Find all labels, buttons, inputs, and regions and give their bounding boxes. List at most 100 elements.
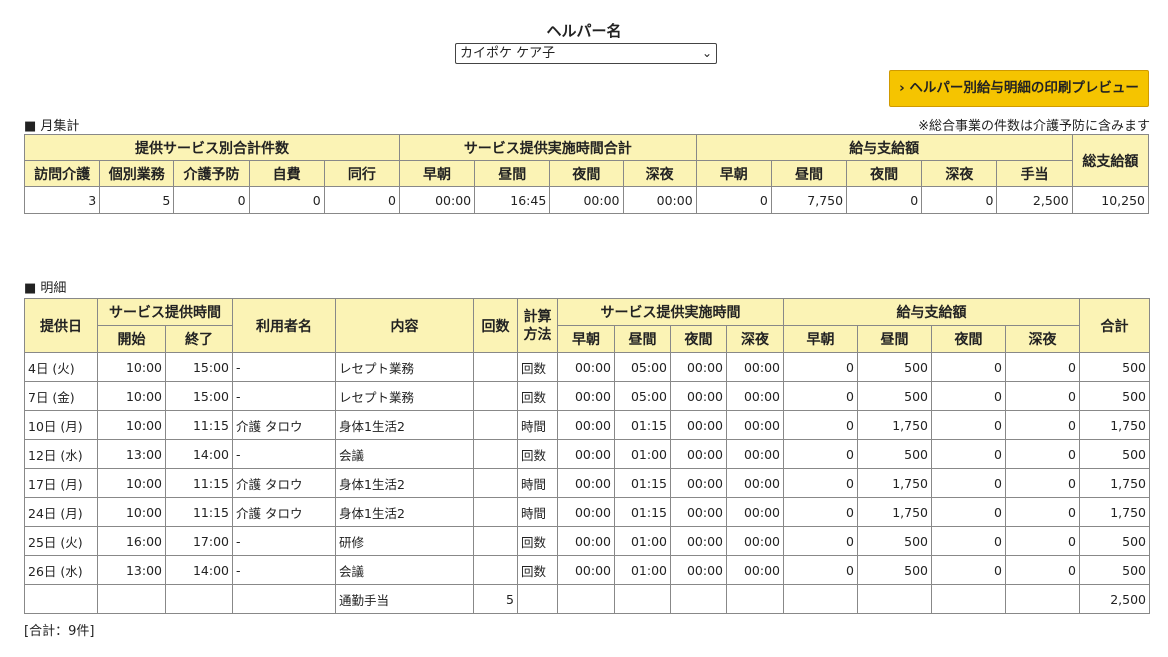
table-cell: 00:00 [726,439,784,469]
summary-cell: 0 [695,186,772,214]
table-cell: 11:15 [165,410,233,440]
table-cell: 身体1生活2 [335,410,474,440]
table-cell [857,584,932,614]
service-count-header: 提供サービス別合計件数 [24,134,400,161]
table-cell: 10:00 [97,352,166,382]
summary-subheader: 夜間 [846,160,923,187]
summary-cell: 10,250 [1071,186,1150,214]
table-cell: - [232,352,336,382]
table-cell: 0 [783,526,858,556]
table-cell: 12日 (水) [24,439,98,469]
table-cell: 7日 (金) [24,381,98,411]
table-cell: 回数 [517,352,558,382]
table-cell: 10:00 [97,497,166,527]
service-time-header: サービス提供実施時間合計 [398,134,697,161]
table-cell [473,526,518,556]
table-cell: 0 [783,468,858,498]
calc-method-header: 計算方法 [517,298,558,353]
table-cell: 01:00 [614,555,671,585]
salary-night-header: 深夜 [1005,325,1080,353]
summary-subheader: 昼間 [474,160,551,187]
table-cell: 身体1生活2 [335,468,474,498]
monthly-summary-label: ■ 月集計 [24,119,80,134]
table-row: 通勤手当 5 2,500 [24,584,1150,614]
table-cell: 研修 [335,526,474,556]
table-cell: 00:00 [670,410,727,440]
summary-cell: 3 [23,186,101,214]
table-cell [670,584,727,614]
table-cell: - [232,439,336,469]
table-cell [473,352,518,382]
table-cell: 01:15 [614,497,671,527]
table-cell [473,497,518,527]
table-cell [931,584,1006,614]
table-cell: レセプト業務 [335,352,474,382]
table-cell: 回数 [517,381,558,411]
table-cell: 5 [473,584,518,614]
table-cell: 1,750 [1079,410,1150,440]
helper-select[interactable]: カイポケ ケア子 ⌄ [455,43,717,64]
table-cell: 10:00 [97,381,166,411]
content-header: 内容 [335,298,474,353]
print-preview-button[interactable]: › ヘルパー別給与明細の印刷プレビュー [889,70,1149,107]
table-cell: 01:15 [614,410,671,440]
summary-subheader: 早朝 [695,160,772,187]
table-cell: 0 [931,352,1006,382]
table-cell: 1,750 [857,410,932,440]
table-cell: 0 [1005,555,1080,585]
detail-label: ■ 明細 [24,281,67,296]
table-cell: 00:00 [726,352,784,382]
table-cell: - [232,381,336,411]
table-cell: 500 [1079,526,1150,556]
summary-subheader: 自費 [248,160,325,187]
table-cell [557,584,615,614]
table-cell [1005,584,1080,614]
table-cell: 16:00 [97,526,166,556]
impl-day-header: 昼間 [614,325,671,353]
table-cell: 26日 (水) [24,555,98,585]
table-cell: 会議 [335,555,474,585]
count-header: 回数 [473,298,518,353]
table-row: 17日 (月) 10:00 11:15 介護 タロウ 身体1生活2 時間 00:00 01:1… [24,468,1150,498]
salary-day-header: 昼間 [857,325,932,353]
table-cell: 00:00 [726,381,784,411]
table-row: 12日 (水) 13:00 14:00- 会議 回数 00:00 01:00 00:00 00:… [24,439,1150,469]
table-cell: 会議 [335,439,474,469]
table-cell [232,584,336,614]
table-cell [783,584,858,614]
summary-note: ※総合事業の件数は介護予防に含みます [918,119,1150,134]
table-cell: 0 [931,468,1006,498]
table-cell [473,468,518,498]
total-count: [合計：9件] [24,624,95,639]
table-cell: 11:15 [165,497,233,527]
table-cell: 13:00 [97,555,166,585]
table-cell: 00:00 [557,439,615,469]
end-header: 終了 [165,325,233,353]
table-row: 7日 (金) 10:00 15:00- レセプト業務 回数 00:00 05:00 00:00… [24,381,1150,411]
summary-cell: 00:00 [549,186,624,214]
table-cell: 500 [857,381,932,411]
table-cell: 0 [783,555,858,585]
user-header: 利用者名 [232,298,336,353]
table-cell [473,381,518,411]
table-cell: 2,500 [1079,584,1150,614]
table-cell: 4日 (火) [24,352,98,382]
table-cell: 回数 [517,526,558,556]
table-cell: 0 [931,410,1006,440]
table-cell: レセプト業務 [335,381,474,411]
total-header: 合計 [1079,298,1150,353]
table-cell [726,584,784,614]
table-cell: 0 [931,555,1006,585]
table-cell: 500 [1079,439,1150,469]
table-cell: 1,750 [1079,497,1150,527]
table-cell: 00:00 [557,381,615,411]
summary-subheader: 早朝 [398,160,476,187]
table-cell: 500 [857,439,932,469]
table-cell: 0 [783,439,858,469]
summary-subheader: 訪問介護 [23,160,101,187]
summary-subheader: 深夜 [622,160,697,187]
table-cell: 00:00 [726,410,784,440]
summary-cell: 0 [248,186,325,214]
table-cell: 00:00 [670,352,727,382]
table-cell: 00:00 [726,555,784,585]
